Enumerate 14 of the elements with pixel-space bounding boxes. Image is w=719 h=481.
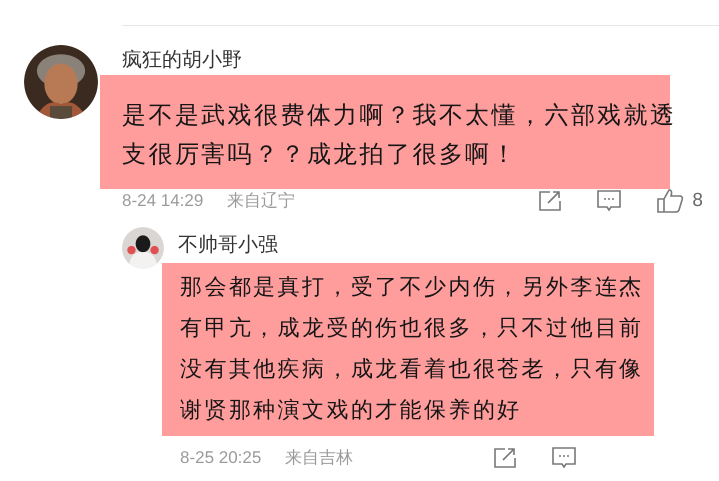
comment-icon[interactable] [596,189,622,213]
username[interactable]: 不帅哥小强 [178,227,654,263]
comment-time: 8-24 14:29 [122,190,204,212]
share-icon[interactable] [493,447,517,469]
share-icon[interactable] [538,190,562,212]
thumbs-up-icon[interactable] [656,188,684,214]
like-count: 8 [692,188,703,213]
reply-location: 来自吉林 [285,447,353,470]
reply-time: 8-25 20:25 [180,447,262,470]
reply-text: 那会都是真打，受了不少内伤，另外李连杰有甲亢，成龙受的伤也很多，只不过他目前没有其他疾病，成龙看着也很苍老，只有像谢贤那种演文戏的才能保养的好 [162,263,654,436]
comment-text: 是不是武戏很费体力啊？我不太懂，六部戏就透支很厉害吗？？成龙拍了很多啊！ [100,75,670,189]
comment-location: 来自辽宁 [227,190,295,212]
username[interactable]: 疯狂的胡小野 [122,45,670,75]
comment-icon[interactable] [551,446,577,470]
